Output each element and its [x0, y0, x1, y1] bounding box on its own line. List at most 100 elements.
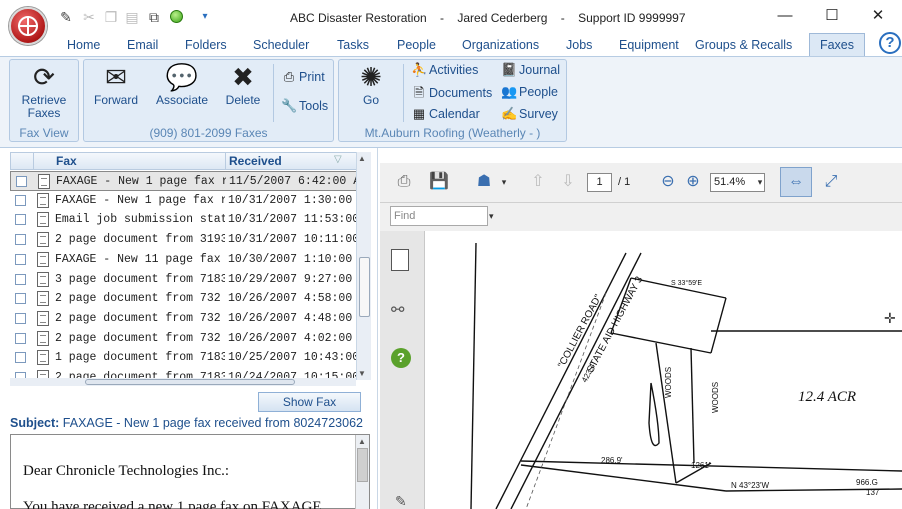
tab-equipment[interactable]: Equipment: [619, 38, 679, 52]
delete-button[interactable]: ✖ Delete: [220, 62, 266, 107]
scroll-up-icon[interactable]: ▲: [358, 154, 366, 163]
journal-button[interactable]: 📓 Journal: [501, 62, 560, 78]
find-input[interactable]: Find: [390, 206, 488, 226]
fax-row[interactable]: 2 page document from 31936! 10/31/2007 10…: [10, 230, 358, 250]
fax-row[interactable]: Email job submission status 10/31/2007 11…: [10, 210, 358, 230]
tab-groups-recalls[interactable]: Groups & Recalls: [695, 38, 792, 52]
comment-tools-icon[interactable]: ☗: [471, 172, 497, 192]
row-checkbox[interactable]: [16, 176, 27, 187]
minimize-button[interactable]: —: [770, 6, 800, 26]
help-green-icon[interactable]: ?: [391, 348, 411, 368]
zoom-dropdown-icon[interactable]: ▾: [756, 172, 764, 192]
fit-page-icon[interactable]: ⤢: [820, 172, 842, 192]
pen-icon[interactable]: ✎: [395, 493, 407, 509]
retrieve-faxes-button[interactable]: ⟳ Retrieve Faxes: [12, 62, 76, 120]
row-checkbox[interactable]: [15, 312, 26, 324]
printer-icon[interactable]: ⎙: [393, 172, 415, 192]
row-checkbox[interactable]: [15, 332, 26, 344]
fax-list-vertical-scrollbar[interactable]: [356, 152, 371, 380]
page-number-input[interactable]: 1: [587, 173, 612, 192]
column-header-fax[interactable]: Fax: [56, 154, 77, 168]
fit-width-button[interactable]: ⇔: [780, 167, 812, 197]
maximize-button[interactable]: ☐: [817, 6, 847, 26]
scroll-thumb[interactable]: [359, 257, 370, 317]
tab-people[interactable]: People: [397, 38, 436, 52]
tab-tasks[interactable]: Tasks: [337, 38, 369, 52]
fax-row[interactable]: FAXAGE - New 1 page fax rec 11/5/2007 6:4…: [10, 171, 358, 191]
tab-email[interactable]: Email: [127, 38, 158, 52]
survey-drawing: 12.4 ACR "COLLIER ROAD" STATE AID HIGHWA…: [470, 242, 902, 509]
calendar-icon: ▦: [412, 106, 426, 121]
scroll-thumb[interactable]: [357, 448, 368, 482]
dropdown-arrow-icon[interactable]: ▾: [500, 172, 508, 192]
fax-received: 10/26/2007 4:58:00: [228, 292, 353, 306]
people-button[interactable]: 👥 People: [501, 84, 558, 100]
prev-page-icon[interactable]: ⇧: [527, 172, 549, 192]
tools-button[interactable]: 🔧 Tools: [281, 98, 328, 114]
fax-row[interactable]: 2 page document from 732 10/26/2007 4:48:…: [10, 309, 358, 329]
copy-icon[interactable]: ❐: [102, 8, 120, 26]
fax-document-icon: [37, 310, 49, 326]
scissors-icon[interactable]: ✂: [80, 8, 98, 26]
zoom-out-icon[interactable]: ⊖: [659, 172, 677, 192]
paste-icon[interactable]: ▤: [123, 8, 141, 26]
pen-icon[interactable]: ✎: [57, 8, 75, 26]
save-icon[interactable]: 💾: [428, 172, 450, 192]
associate-button[interactable]: 💬 Associate: [150, 62, 214, 107]
journal-icon: 📓: [501, 62, 518, 77]
fax-document-icon: [37, 251, 49, 267]
status-icon[interactable]: [167, 8, 185, 26]
print-button[interactable]: ⎙ Print: [281, 69, 325, 85]
zoom-in-icon[interactable]: ⊕: [684, 172, 702, 192]
row-checkbox[interactable]: [15, 352, 26, 364]
fax-row[interactable]: 2 page document from 732 10/26/2007 4:02:…: [10, 329, 358, 349]
scroll-down-icon[interactable]: ▼: [358, 369, 366, 378]
documents-label: Documents: [429, 86, 493, 100]
forward-label: Forward: [93, 93, 138, 107]
row-checkbox[interactable]: [15, 273, 26, 285]
find-dropdown-icon[interactable]: ▾: [489, 211, 494, 222]
message-line: You have received a new 1 page fax on FA…: [23, 499, 322, 509]
row-checkbox[interactable]: [15, 194, 26, 206]
fax-row[interactable]: 2 page document from 732 10/26/2007 4:58:…: [10, 289, 358, 309]
quick-access-dropdown-icon[interactable]: ▾: [196, 8, 214, 26]
tab-scheduler[interactable]: Scheduler: [253, 38, 309, 52]
fax-row[interactable]: FAXAGE - New 1 page fax rec 10/31/2007 1:…: [10, 191, 358, 211]
fax-row[interactable]: 1 page document from 71832: 10/25/2007 10…: [10, 348, 358, 368]
fax-row[interactable]: FAXAGE - New 11 page fax re 10/30/2007 1:…: [10, 250, 358, 270]
close-button[interactable]: ✕: [863, 6, 893, 26]
activities-button[interactable]: ⛹ Activities: [411, 62, 478, 78]
forward-button[interactable]: ✉ Forward: [88, 62, 144, 107]
scroll-up-icon[interactable]: ▲: [358, 437, 366, 446]
show-fax-button[interactable]: Show Fax: [258, 392, 361, 412]
tab-jobs[interactable]: Jobs: [566, 38, 592, 52]
app-logo-icon[interactable]: [9, 7, 47, 45]
fax-row[interactable]: 3 page document from 71832: 10/29/2007 9:…: [10, 270, 358, 290]
subject-line: Subject: FAXAGE - New 1 page fax receive…: [10, 416, 363, 430]
help-icon[interactable]: ?: [879, 32, 901, 54]
sort-triangle-icon[interactable]: ▽: [334, 154, 342, 165]
fax-list-horizontal-scrollbar[interactable]: [10, 378, 356, 386]
next-page-icon[interactable]: ⇩: [557, 172, 579, 192]
tab-home[interactable]: Home: [67, 38, 100, 52]
attachments-icon[interactable]: ⚯: [391, 300, 404, 320]
row-checkbox[interactable]: [15, 234, 26, 246]
aperture-icon: ✺: [360, 62, 382, 92]
row-checkbox[interactable]: [15, 214, 26, 226]
row-checkbox[interactable]: [15, 293, 26, 305]
new-icon[interactable]: ⧉: [145, 8, 163, 26]
survey-button[interactable]: ✍ Survey: [501, 106, 558, 122]
calendar-button[interactable]: ▦ Calendar: [411, 106, 480, 122]
scroll-thumb[interactable]: [85, 379, 295, 385]
column-header-received[interactable]: Received: [229, 154, 282, 168]
pages-panel-icon[interactable]: [391, 249, 409, 271]
row-checkbox[interactable]: [15, 253, 26, 265]
tab-folders[interactable]: Folders: [185, 38, 227, 52]
message-body[interactable]: Dear Chronicle Technologies Inc.: You ha…: [10, 434, 370, 509]
documents-button[interactable]: 🗎 Documents: [411, 84, 492, 106]
tab-faxes[interactable]: Faxes: [809, 33, 865, 57]
go-button[interactable]: ✺ Go: [345, 62, 397, 107]
subject-label: Subject:: [10, 416, 60, 430]
fax-title: FAXAGE - New 1 page fax rec: [56, 175, 226, 188]
tab-organizations[interactable]: Organizations: [462, 38, 539, 52]
